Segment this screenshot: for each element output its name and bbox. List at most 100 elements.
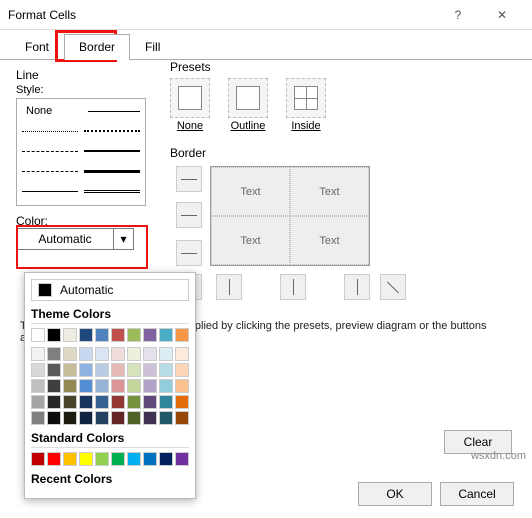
color-swatch[interactable] xyxy=(47,328,61,342)
color-swatch[interactable] xyxy=(95,347,109,361)
color-swatch[interactable] xyxy=(63,452,77,466)
style-opt[interactable] xyxy=(21,123,79,139)
style-opt[interactable] xyxy=(83,163,141,179)
color-swatch[interactable] xyxy=(159,379,173,393)
ok-button[interactable]: OK xyxy=(358,482,432,506)
color-swatch[interactable] xyxy=(159,452,173,466)
help-button[interactable]: ? xyxy=(436,1,480,29)
color-swatch[interactable] xyxy=(47,379,61,393)
color-swatch[interactable] xyxy=(111,395,125,409)
color-swatch[interactable] xyxy=(127,328,141,342)
border-vmid-button[interactable] xyxy=(280,274,306,300)
color-swatch[interactable] xyxy=(143,328,157,342)
color-swatch[interactable] xyxy=(111,452,125,466)
color-swatch[interactable] xyxy=(79,452,93,466)
color-swatch[interactable] xyxy=(143,395,157,409)
color-swatch[interactable] xyxy=(159,395,173,409)
color-swatch[interactable] xyxy=(79,395,93,409)
color-swatch[interactable] xyxy=(111,363,125,377)
style-opt[interactable] xyxy=(83,183,141,199)
color-swatch[interactable] xyxy=(63,411,77,425)
preset-none[interactable] xyxy=(170,78,210,118)
color-swatch[interactable] xyxy=(143,347,157,361)
color-swatch[interactable] xyxy=(31,363,45,377)
color-swatch[interactable] xyxy=(159,411,173,425)
color-swatch[interactable] xyxy=(63,328,77,342)
color-swatch[interactable] xyxy=(31,411,45,425)
preset-inside[interactable] xyxy=(286,78,326,118)
color-swatch[interactable] xyxy=(31,347,45,361)
color-swatch[interactable] xyxy=(95,363,109,377)
color-swatch[interactable] xyxy=(95,395,109,409)
style-none[interactable]: None xyxy=(21,103,83,119)
color-swatch[interactable] xyxy=(127,379,141,393)
color-swatch[interactable] xyxy=(143,379,157,393)
color-swatch[interactable] xyxy=(63,395,77,409)
color-dropdown[interactable]: Automatic ▾ xyxy=(16,228,134,250)
color-swatch[interactable] xyxy=(143,363,157,377)
border-hmid-button[interactable] xyxy=(176,202,202,228)
color-swatch[interactable] xyxy=(95,379,109,393)
color-swatch[interactable] xyxy=(159,347,173,361)
color-swatch[interactable] xyxy=(31,379,45,393)
color-swatch[interactable] xyxy=(47,411,61,425)
color-swatch[interactable] xyxy=(31,395,45,409)
color-swatch[interactable] xyxy=(127,395,141,409)
color-swatch[interactable] xyxy=(143,452,157,466)
color-swatch[interactable] xyxy=(159,328,173,342)
color-swatch[interactable] xyxy=(47,363,61,377)
preset-outline[interactable] xyxy=(228,78,268,118)
color-swatch[interactable] xyxy=(79,379,93,393)
border-left-button[interactable] xyxy=(216,274,242,300)
color-swatch[interactable] xyxy=(175,395,189,409)
color-swatch[interactable] xyxy=(47,347,61,361)
color-swatch[interactable] xyxy=(175,328,189,342)
style-opt[interactable] xyxy=(21,163,79,179)
color-swatch[interactable] xyxy=(95,452,109,466)
color-swatch[interactable] xyxy=(127,363,141,377)
color-swatch[interactable] xyxy=(143,411,157,425)
style-opt[interactable] xyxy=(21,183,79,199)
tab-border[interactable]: Border xyxy=(64,34,130,60)
color-swatch[interactable] xyxy=(175,347,189,361)
color-swatch[interactable] xyxy=(127,452,141,466)
color-swatch[interactable] xyxy=(159,363,173,377)
border-bottom-button[interactable] xyxy=(176,240,202,266)
color-swatch[interactable] xyxy=(31,452,45,466)
style-opt[interactable] xyxy=(87,103,141,119)
color-swatch[interactable] xyxy=(79,347,93,361)
color-swatch[interactable] xyxy=(175,379,189,393)
style-opt[interactable] xyxy=(83,143,141,159)
color-swatch[interactable] xyxy=(95,328,109,342)
style-opt[interactable] xyxy=(21,143,79,159)
color-swatch[interactable] xyxy=(79,363,93,377)
color-swatch[interactable] xyxy=(79,411,93,425)
color-swatch[interactable] xyxy=(111,347,125,361)
color-swatch[interactable] xyxy=(63,379,77,393)
color-swatch[interactable] xyxy=(111,411,125,425)
cancel-button[interactable]: Cancel xyxy=(440,482,514,506)
color-swatch[interactable] xyxy=(175,411,189,425)
color-swatch[interactable] xyxy=(47,395,61,409)
close-button[interactable]: ✕ xyxy=(480,1,524,29)
border-top-button[interactable] xyxy=(176,166,202,192)
color-swatch[interactable] xyxy=(175,452,189,466)
color-swatch[interactable] xyxy=(175,363,189,377)
border-diag2-button[interactable] xyxy=(380,274,406,300)
color-swatch[interactable] xyxy=(111,379,125,393)
tab-fill[interactable]: Fill xyxy=(130,34,175,60)
color-swatch[interactable] xyxy=(95,411,109,425)
line-style-list[interactable]: None xyxy=(16,98,146,206)
border-preview[interactable]: Text Text Text Text xyxy=(210,166,370,266)
color-swatch[interactable] xyxy=(127,411,141,425)
style-opt[interactable] xyxy=(83,123,141,139)
color-swatch[interactable] xyxy=(47,452,61,466)
color-swatch[interactable] xyxy=(79,328,93,342)
border-right-button[interactable] xyxy=(344,274,370,300)
automatic-item[interactable]: Automatic xyxy=(31,279,189,301)
color-swatch[interactable] xyxy=(127,347,141,361)
tab-font[interactable]: Font xyxy=(10,34,64,60)
color-swatch[interactable] xyxy=(63,363,77,377)
color-swatch[interactable] xyxy=(63,347,77,361)
color-swatch[interactable] xyxy=(111,328,125,342)
